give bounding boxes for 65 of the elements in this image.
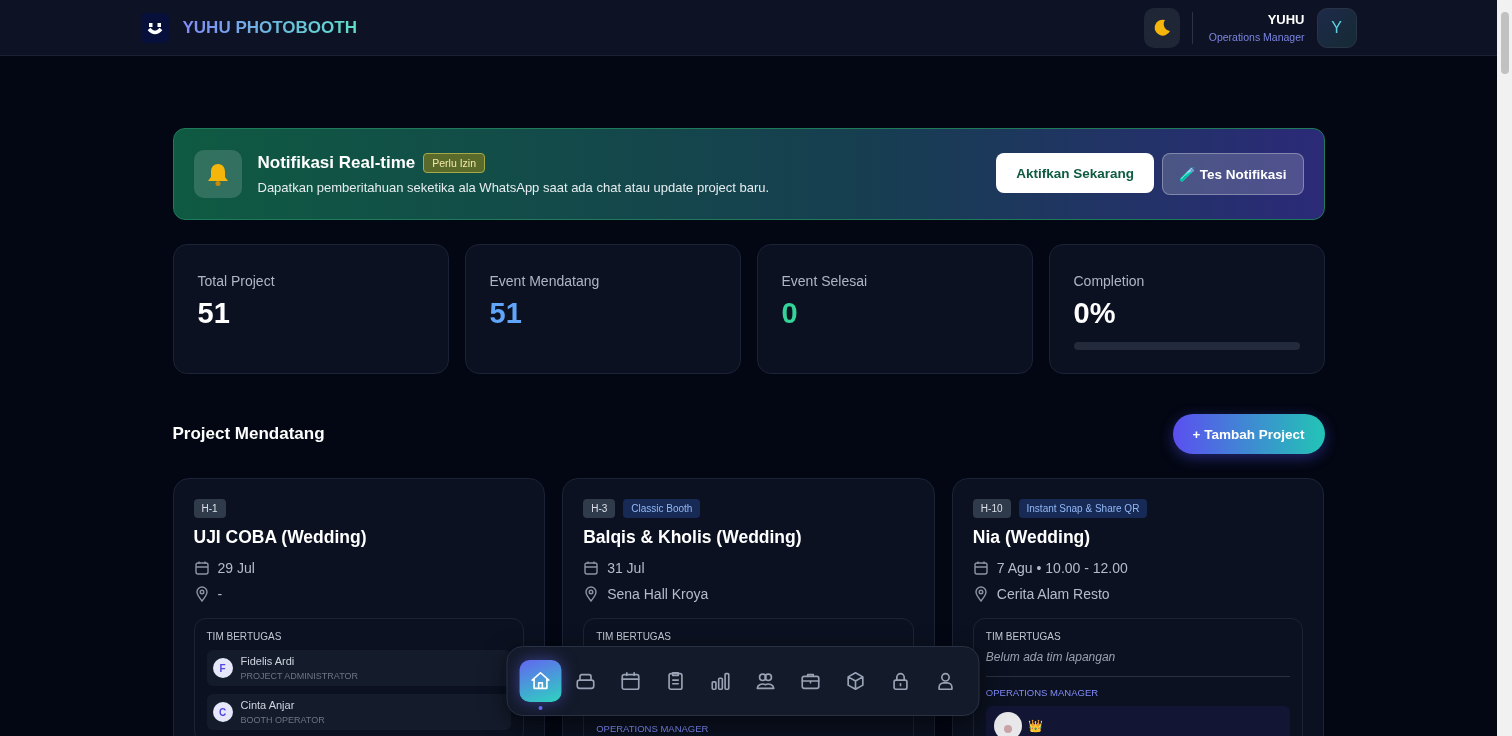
event-location: - xyxy=(217,586,223,602)
project-title: Nia (Wedding) xyxy=(972,527,1092,548)
users-icon xyxy=(754,670,776,692)
team-heading: TIM BERTUGAS xyxy=(985,631,1062,642)
crown-mark: 👑 xyxy=(1027,719,1043,733)
manager-heading: OPERATIONS MANAGER xyxy=(596,723,710,734)
test-notification-button[interactable]: 🧪 Tes Notifikasi xyxy=(1161,153,1304,195)
project-title: UJI COBA (Wedding) xyxy=(193,527,368,548)
smile-logo-icon xyxy=(140,12,169,43)
permission-badge: Perlu Izin xyxy=(423,153,486,173)
member-avatar: F xyxy=(212,658,233,678)
stat-label: Event Mendatang xyxy=(489,273,601,289)
calendar-icon xyxy=(619,670,641,692)
project-card[interactable]: H-10 Instant Snap & Share QR Nia (Wedding) 7 Agu • 10.00 - 12.00 Cerita Alam Resto TIM BERTUGAS Belum ada tim lapangan OPERATIONS MANAGER 👑 xyxy=(951,478,1325,736)
member-role: BOOTH OPERATOR xyxy=(240,715,325,725)
box-icon xyxy=(844,670,866,692)
chart-icon xyxy=(709,670,731,692)
project-card[interactable]: H-1 UJI COBA (Wedding) 29 Jul - TIM BERTUGAS F Fidelis Ardi PROJECT ADMINISTRATOR C Cinta Anjar BOOTH OPERATOR xyxy=(172,478,546,736)
scrollbar[interactable] xyxy=(1497,0,1512,736)
home-icon xyxy=(529,670,551,692)
stat-value: 0 xyxy=(781,297,799,330)
member-name: Cinta Anjar xyxy=(240,699,296,711)
countdown-badge: H-10 xyxy=(972,499,1011,518)
team-heading: TIM BERTUGAS xyxy=(206,631,283,642)
user-avatar[interactable]: Y xyxy=(1316,7,1357,48)
calendar-icon xyxy=(972,560,989,576)
calendar-icon xyxy=(193,560,210,576)
stat-value: 0% xyxy=(1073,297,1117,330)
member-role: PROJECT ADMINISTRATOR xyxy=(240,671,358,681)
team-heading: TIM BERTUGAS xyxy=(596,631,672,642)
add-project-button[interactable]: + Tambah Project xyxy=(1172,414,1325,454)
user-role: Operations Manager xyxy=(1208,31,1305,43)
event-location: Sena Hall Kroya xyxy=(607,586,709,602)
empty-team-note: Belum ada tim lapangan xyxy=(985,650,1117,664)
event-date: 31 Jul xyxy=(607,560,645,576)
location-pin-icon xyxy=(972,586,989,602)
event-date: 7 Agu • 10.00 - 12.00 xyxy=(996,560,1128,576)
countdown-badge: H-3 xyxy=(583,499,616,518)
manager-avatar-icon xyxy=(993,712,1022,736)
project-title: Balqis & Kholis (Wedding) xyxy=(583,527,803,548)
enable-button[interactable]: Aktifkan Sekarang xyxy=(996,153,1154,193)
countdown-badge: H-1 xyxy=(193,499,226,518)
active-dot xyxy=(538,706,542,710)
stat-value: 51 xyxy=(489,297,523,330)
user-name: YUHU xyxy=(1267,12,1305,27)
stat-label: Completion xyxy=(1073,273,1146,289)
package-badge: Instant Snap & Share QR xyxy=(1018,499,1148,518)
location-pin-icon xyxy=(193,586,210,602)
theme-toggle-button[interactable] xyxy=(1143,7,1180,48)
calendar-icon xyxy=(583,560,600,576)
package-badge: Classic Booth xyxy=(623,499,701,518)
stat-label: Total Project xyxy=(197,273,276,289)
stat-value: 51 xyxy=(197,297,231,330)
event-location: Cerita Alam Resto xyxy=(996,586,1110,602)
event-date: 29 Jul xyxy=(217,560,255,576)
location-pin-icon xyxy=(583,586,600,602)
bell-icon xyxy=(193,150,242,198)
notification-message: Dapatkan pemberitahuan seketika ala WhatsApp saat ada chat atau update project baru. xyxy=(257,180,771,195)
manager-heading: OPERATIONS MANAGER xyxy=(985,687,1100,698)
member-name: Fidelis Ardi xyxy=(240,655,296,667)
notification-title: Notifikasi Real-time xyxy=(257,153,416,173)
section-title: Project Mendatang xyxy=(172,424,325,444)
dock-home-button[interactable] xyxy=(519,660,561,702)
member-avatar: C xyxy=(212,702,233,722)
stat-label: Event Selesai xyxy=(781,273,869,289)
